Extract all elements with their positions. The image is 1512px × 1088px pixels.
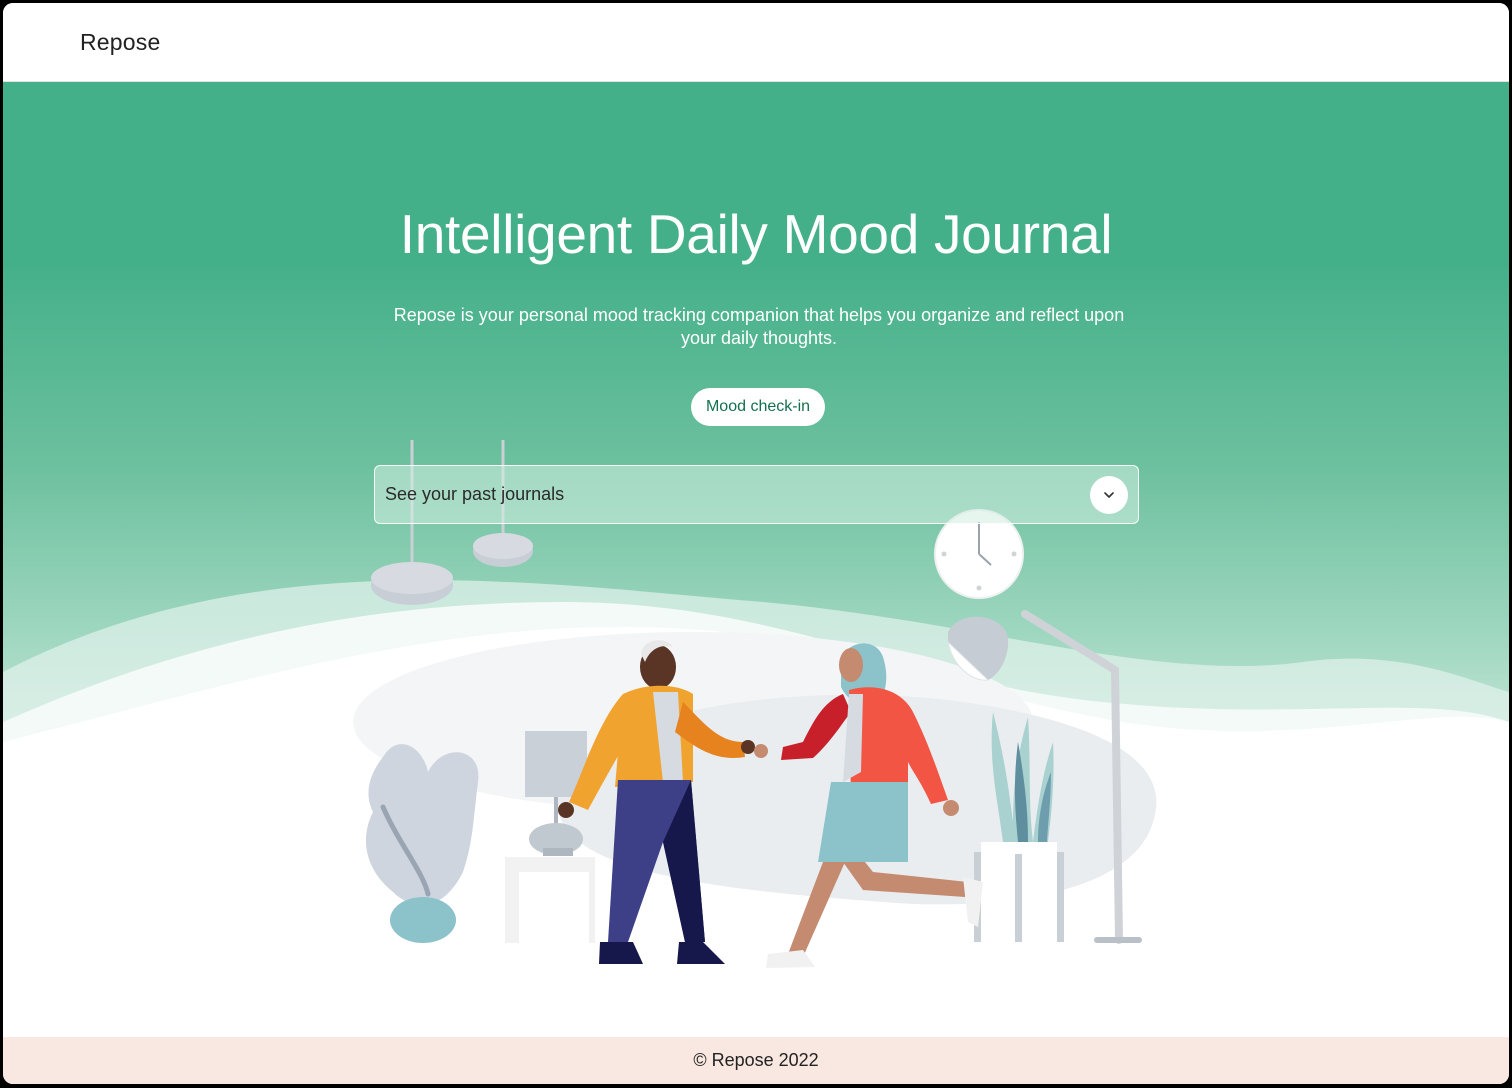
footer: © Repose 2022 <box>3 1037 1509 1084</box>
copyright-text: © Repose 2022 <box>693 1050 819 1070</box>
brand-link[interactable]: Repose <box>80 29 160 56</box>
app-window: Repose Intelligent Daily Mood Journal Re… <box>3 3 1509 1084</box>
hero-subtitle: Repose is your personal mood tracking co… <box>393 305 1125 348</box>
plant-pot <box>390 897 456 943</box>
accordion-toggle-button[interactable] <box>1090 476 1128 514</box>
past-journals-label: See your past journals <box>385 484 565 504</box>
past-journals-accordion[interactable]: See your past journals <box>374 465 1139 524</box>
hero-title: Intelligent Daily Mood Journal <box>399 203 1113 265</box>
mood-checkin-button[interactable]: Mood check-in <box>691 388 825 426</box>
hero-section: Intelligent Daily Mood Journal Repose is… <box>3 82 1509 1037</box>
navbar: Repose <box>3 3 1509 82</box>
chevron-down-icon <box>1104 492 1114 498</box>
